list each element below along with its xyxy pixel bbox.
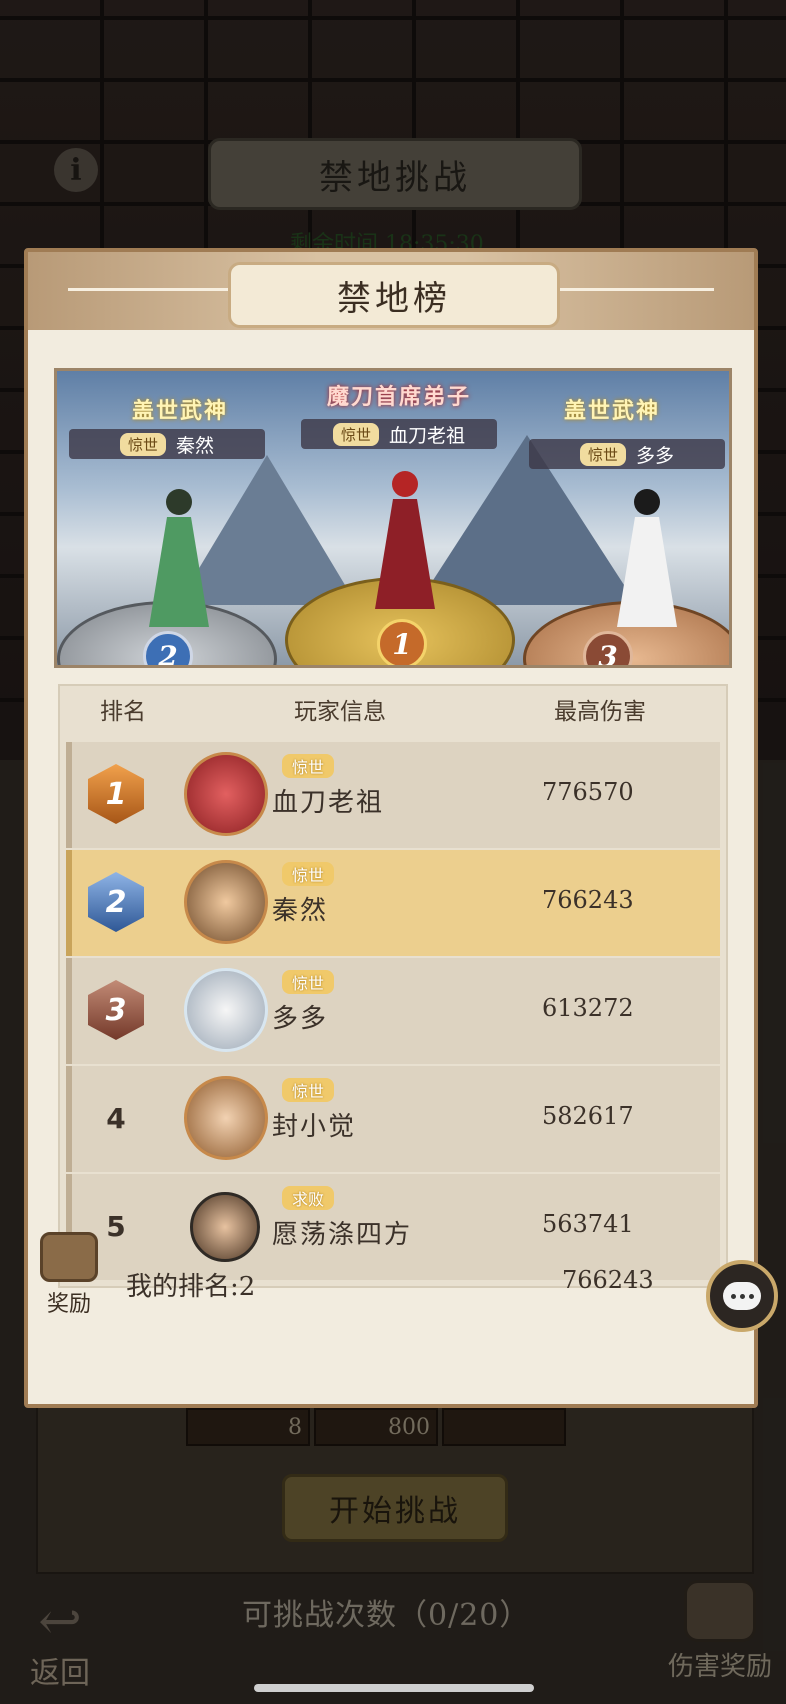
- player-name: 封小觉: [272, 1112, 357, 1142]
- chat-bubble-icon: [723, 1282, 761, 1310]
- avatar[interactable]: [184, 968, 268, 1052]
- gold-medal-icon: 1: [88, 764, 144, 824]
- podium-second-name: 秦然: [176, 434, 215, 457]
- tier-badge: 惊世: [282, 754, 335, 778]
- podium-second-nameplate: 惊世 秦然: [69, 429, 265, 459]
- avatar[interactable]: [184, 752, 268, 836]
- tier-badge: 惊世: [282, 1078, 335, 1102]
- my-damage: 766243: [562, 1266, 654, 1294]
- player-damage: 766243: [542, 886, 634, 914]
- player-name: 血刀老祖: [272, 788, 385, 818]
- second-place-character[interactable]: [149, 489, 209, 627]
- player-name: 愿荡涤四方: [272, 1220, 413, 1250]
- rank-medal: 2: [84, 870, 148, 934]
- bronze-medal-icon: 3: [88, 980, 144, 1040]
- third-place-character[interactable]: [617, 489, 677, 627]
- home-indicator[interactable]: [254, 1684, 534, 1692]
- header-ornament-left: [68, 288, 228, 291]
- rank-number: 4: [106, 1101, 126, 1135]
- table-row[interactable]: 4 惊世 封小觉 582617: [66, 1066, 720, 1172]
- table-header: 排名 玩家信息 最高伤害: [60, 686, 726, 732]
- tier-badge: 惊世: [119, 432, 166, 456]
- table-row[interactable]: 3 惊世 多多 613272: [66, 958, 720, 1064]
- ranking-table: 排名 玩家信息 最高伤害 1 惊世 血刀老祖 776570 2 惊世 秦然 76…: [58, 684, 728, 1288]
- podium-third-name: 多多: [636, 444, 675, 467]
- avatar[interactable]: [184, 860, 268, 944]
- header-ornament-right: [554, 288, 714, 291]
- player-name: 秦然: [272, 896, 329, 926]
- player-damage: 776570: [542, 778, 634, 806]
- avatar[interactable]: [184, 1076, 268, 1160]
- leaderboard-modal: 禁地榜 魔刀首席弟子 盖世武神 盖世武神 惊世 血刀老祖 惊世 秦然 惊世 多多…: [24, 248, 758, 1408]
- modal-header: 禁地榜: [28, 252, 754, 330]
- tier-badge: 惊世: [282, 862, 335, 886]
- table-row[interactable]: 1 惊世 血刀老祖 776570: [66, 742, 720, 848]
- rank-medal: 1: [84, 762, 148, 826]
- chest-icon: [40, 1232, 98, 1282]
- place-1-badge: 1: [377, 619, 427, 665]
- header-max-damage: 最高伤害: [554, 699, 646, 725]
- tier-badge: 惊世: [579, 442, 626, 466]
- rank-medal: 3: [84, 978, 148, 1042]
- table-row[interactable]: 2 惊世 秦然 766243: [66, 850, 720, 956]
- player-damage: 613272: [542, 994, 634, 1022]
- first-place-character[interactable]: [375, 471, 435, 609]
- podium-first-name: 血刀老祖: [389, 424, 466, 447]
- my-rank: 我的排名:2: [126, 1272, 256, 1302]
- my-ranking-row: 奖励 我的排名:2 766243: [38, 1232, 748, 1317]
- podium-third-title: 盖世武神: [563, 398, 660, 424]
- player-damage: 582617: [542, 1102, 634, 1130]
- player-name: 多多: [272, 1004, 329, 1034]
- reward-button[interactable]: 奖励: [36, 1232, 102, 1317]
- podium-third-nameplate: 惊世 多多: [529, 439, 725, 469]
- modal-title: 禁地榜: [228, 262, 560, 328]
- chat-button[interactable]: [706, 1260, 778, 1332]
- tier-badge: 惊世: [282, 970, 335, 994]
- reward-label: 奖励: [46, 1292, 91, 1317]
- tier-badge: 惊世: [332, 422, 379, 446]
- tier-badge: 求败: [282, 1186, 335, 1210]
- silver-medal-icon: 2: [88, 872, 144, 932]
- podium-second-title: 盖世武神: [131, 398, 228, 424]
- podium-first-nameplate: 惊世 血刀老祖: [301, 419, 497, 449]
- podium-scene: 魔刀首席弟子 盖世武神 盖世武神 惊世 血刀老祖 惊世 秦然 惊世 多多 1 2…: [54, 368, 732, 668]
- podium-first-title: 魔刀首席弟子: [326, 384, 471, 410]
- player-damage: 563741: [542, 1210, 634, 1238]
- header-rank: 排名: [100, 699, 146, 725]
- header-player-info: 玩家信息: [294, 699, 386, 725]
